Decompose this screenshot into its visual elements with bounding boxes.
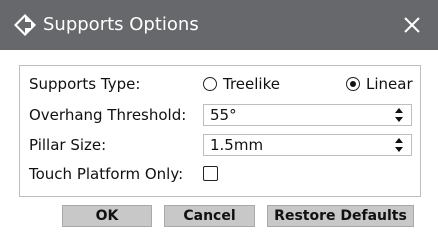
overhang-threshold-spinbox[interactable]: 55°: [203, 104, 412, 126]
pillar-size-spinbox[interactable]: 1.5mm: [203, 134, 412, 156]
restore-defaults-button[interactable]: Restore Defaults: [267, 205, 414, 227]
ok-button[interactable]: OK: [62, 205, 152, 227]
touch-platform-only-checkbox[interactable]: [203, 166, 218, 181]
supports-type-label: Supports Type:: [29, 75, 141, 93]
pillar-size-label: Pillar Size:: [29, 136, 107, 154]
overhang-threshold-label: Overhang Threshold:: [29, 106, 187, 124]
window-title: Supports Options: [43, 14, 199, 35]
overhang-threshold-value[interactable]: 55°: [210, 105, 237, 125]
pillar-size-value[interactable]: 1.5mm: [210, 135, 263, 155]
touch-platform-only-label: Touch Platform Only:: [29, 165, 184, 183]
radio-linear[interactable]: [346, 77, 360, 91]
options-group: Supports Type: Treelike Linear Overhang …: [19, 65, 421, 197]
title-bar: Supports Options: [0, 0, 438, 50]
close-icon[interactable]: [398, 11, 426, 39]
radio-linear-label[interactable]: Linear: [366, 74, 413, 94]
radio-treelike[interactable]: [203, 77, 217, 91]
cancel-button[interactable]: Cancel: [164, 205, 255, 227]
spin-arrows-icon[interactable]: [395, 138, 403, 152]
radio-treelike-label[interactable]: Treelike: [223, 74, 280, 94]
spin-arrows-icon[interactable]: [395, 108, 403, 122]
diamond-arrow-icon: [14, 14, 36, 36]
